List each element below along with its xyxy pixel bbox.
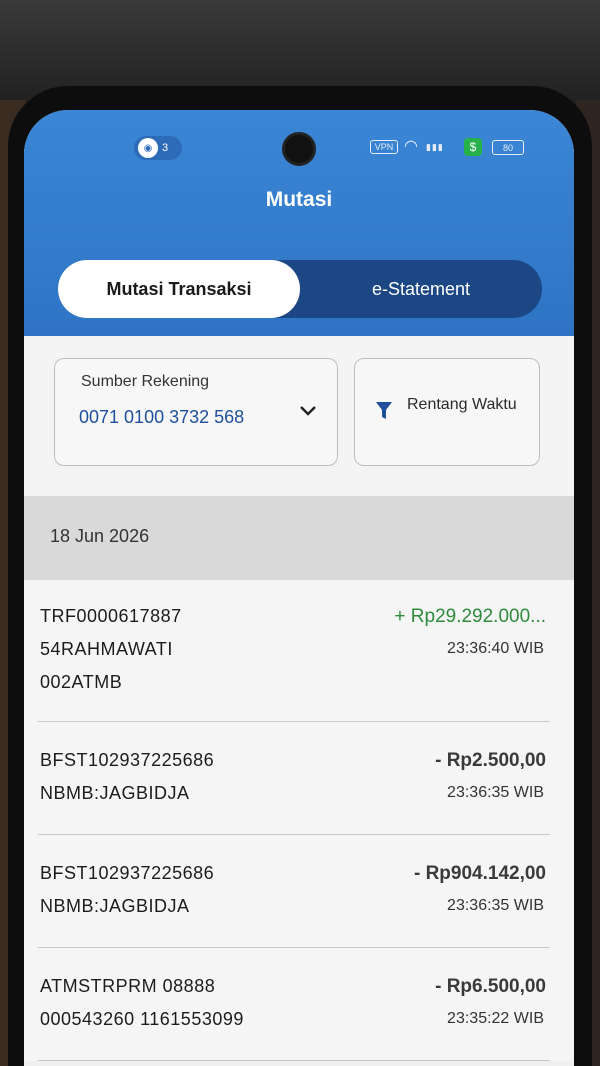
phone-screen: ◉ 3 VPN ◠ ▮▮▮ $ 80 Mutasi Mutasi Transak… (24, 110, 574, 1066)
vpn-icon: VPN (370, 140, 398, 154)
transaction-amount: - Rp6.500,00 (435, 976, 546, 997)
app-header: ◉ 3 VPN ◠ ▮▮▮ $ 80 Mutasi Mutasi Transak… (24, 110, 574, 336)
transaction-row[interactable]: TRF0000617887 54RAHMAWATI 002ATMB + Rp29… (38, 580, 550, 722)
transaction-description: TRF0000617887 54RAHMAWATI 002ATMB (40, 606, 182, 692)
tab-e-statement[interactable]: e-Statement (300, 260, 542, 318)
transaction-description: ATMSTRPRM 08888 000543260 1161553099 (40, 976, 244, 1029)
date-group-header: 18 Jun 2026 (24, 496, 574, 580)
account-source-dropdown[interactable]: Sumber Rekening 0071 0100 3732 568 (54, 358, 338, 466)
account-source-label: Sumber Rekening (81, 373, 210, 390)
transaction-amount: - Rp904.142,00 (413, 863, 546, 884)
chevron-down-icon (299, 401, 317, 422)
transaction-row[interactable]: BFST102937225686 NBMB:JAGBIDJA - Rp2.500… (38, 722, 550, 835)
transaction-list: TRF0000617887 54RAHMAWATI 002ATMB + Rp29… (24, 580, 574, 1061)
signal-icon: ▮▮▮ (426, 142, 444, 152)
transaction-row[interactable]: ATMSTRPRM 08888 000543260 1161553099 - R… (38, 948, 550, 1061)
transaction-amount: + Rp29.292.000... (394, 606, 546, 627)
transaction-time: 23:36:35 WIB (447, 784, 544, 801)
transaction-amount: - Rp2.500,00 (435, 750, 546, 771)
status-bar: ◉ 3 VPN ◠ ▮▮▮ $ 80 (24, 132, 574, 166)
battery-icon: 80 (492, 140, 524, 155)
date-group-label: 18 Jun 2026 (50, 526, 150, 546)
filter-icon (376, 402, 392, 419)
transaction-description: BFST102937225686 NBMB:JAGBIDJA (40, 863, 215, 916)
date-range-button[interactable]: Rentang Waktu (354, 358, 540, 466)
transaction-time: 23:35:22 WIB (447, 1010, 544, 1027)
app-notification-icon: ◉ (138, 138, 158, 158)
tab-mutasi-transaksi[interactable]: Mutasi Transaksi (58, 260, 300, 318)
account-number: 0071 0100 3732 568 (79, 407, 245, 427)
date-range-label: Rentang Waktu (407, 396, 517, 413)
transaction-description: BFST102937225686 NBMB:JAGBIDJA (40, 750, 215, 803)
transaction-time: 23:36:40 WIB (447, 640, 544, 657)
page-title: Mutasi (265, 188, 333, 211)
transaction-row[interactable]: BFST102937225686 NBMB:JAGBIDJA - Rp904.1… (38, 835, 550, 948)
notification-count: 3 (162, 142, 169, 154)
payment-app-icon: $ (464, 138, 482, 156)
wifi-icon: ◠ (404, 138, 418, 155)
filter-section: Sumber Rekening 0071 0100 3732 568 Renta… (24, 336, 574, 496)
tab-switcher: Mutasi Transaksi e-Statement (58, 260, 542, 318)
transaction-time: 23:36:35 WIB (447, 897, 544, 914)
notification-badge: ◉ 3 (134, 136, 182, 160)
front-camera (282, 132, 316, 166)
